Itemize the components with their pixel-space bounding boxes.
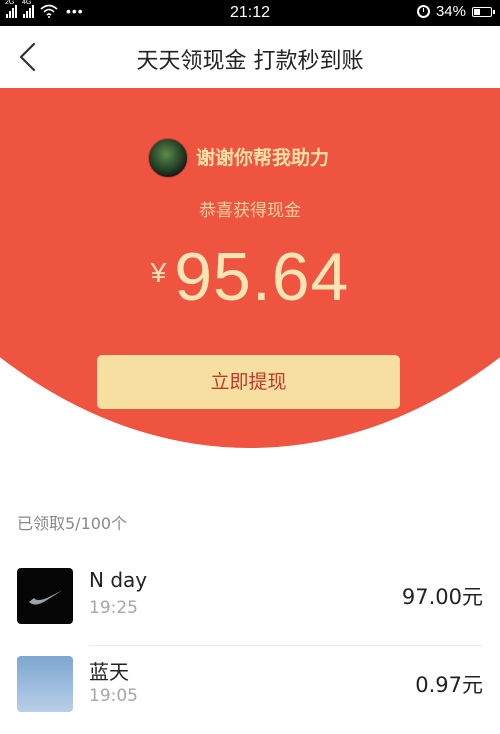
claim-time: 19:05 — [89, 686, 138, 706]
alarm-icon — [416, 5, 430, 18]
congrats-text: 恭喜获得现金 — [199, 201, 301, 221]
cash-amount: ¥95.64 — [0, 238, 500, 316]
sky-photo-avatar — [17, 656, 73, 712]
claim-time: 19:25 — [89, 598, 138, 618]
user-avatar — [148, 138, 188, 178]
nav-bar: 天天领现金 打款秒到账 — [0, 26, 500, 88]
status-bar: 2G 4G ••• 21:12 34% — [0, 0, 500, 26]
withdraw-button[interactable]: 立即提现 — [97, 355, 400, 409]
list-item[interactable]: N day 19:25 97.00元 — [0, 558, 500, 646]
reward-hero: 谢谢你帮我助力 恭喜获得现金 ¥95.64 立即提现 — [0, 88, 500, 450]
nike-logo-avatar — [17, 568, 73, 624]
amount-value: 95.64 — [174, 239, 350, 315]
page-title: 天天领现金 打款秒到账 — [136, 49, 364, 74]
claimed-count: 已领取5/100个 — [17, 514, 128, 533]
status-right: 34% — [416, 3, 495, 20]
claim-amount: 97.00元 — [401, 585, 483, 609]
recipient-name: N day — [89, 568, 148, 592]
currency-symbol: ¥ — [150, 257, 167, 288]
battery-icon — [472, 6, 495, 17]
recipient-name: 蓝天 — [89, 660, 129, 684]
battery-percent: 34% — [435, 3, 466, 20]
list-item[interactable]: 蓝天 19:05 0.97元 — [0, 646, 500, 734]
claim-amount: 0.97元 — [415, 673, 483, 697]
thanks-text: 谢谢你帮我助力 — [196, 147, 330, 169]
swoosh-icon — [29, 590, 63, 605]
